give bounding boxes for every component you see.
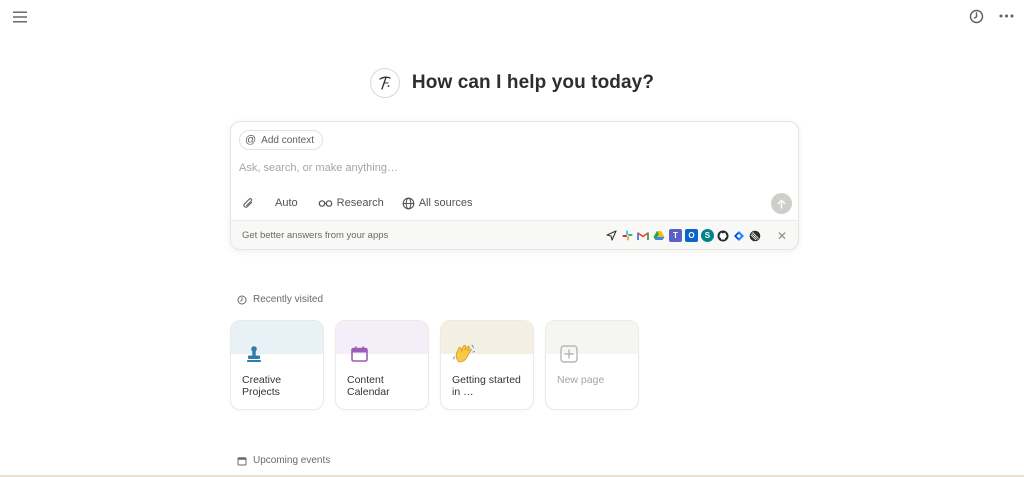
- gmail-icon[interactable]: [637, 229, 650, 242]
- recent-page-card[interactable]: Content Calendar: [335, 320, 429, 410]
- teams-icon[interactable]: T: [668, 229, 682, 242]
- prompt-input[interactable]: [239, 158, 779, 178]
- clock-small-icon: [237, 295, 247, 304]
- attach-button[interactable]: [237, 193, 260, 213]
- more-options-button[interactable]: [994, 4, 1018, 28]
- composer-toolbar: Auto Research All sources: [237, 193, 478, 213]
- page-title: How can I help you today?: [411, 72, 655, 93]
- new-page-card[interactable]: New page: [545, 320, 639, 410]
- connect-apps-text: Get better answers from your apps: [242, 230, 389, 241]
- recent-page-card[interactable]: Creative Projects: [230, 320, 324, 410]
- sidebar-menu-button[interactable]: [8, 5, 32, 29]
- sharepoint-icon[interactable]: S: [700, 229, 714, 242]
- github-icon[interactable]: [717, 229, 730, 242]
- calendar-small-icon: [237, 456, 247, 465]
- globe-icon: [402, 197, 415, 209]
- waving-hand-icon: [453, 343, 475, 365]
- jira-icon[interactable]: [733, 229, 746, 242]
- recently-visited-heading: Recently visited: [237, 294, 323, 305]
- calendar-icon: [348, 343, 370, 365]
- at-sign-icon: @: [245, 134, 257, 146]
- ai-composer: @ Add context Auto Research: [230, 121, 799, 250]
- upcoming-events-label: Upcoming events: [253, 455, 331, 466]
- ai-avatar: [369, 68, 400, 98]
- research-label: Research: [336, 197, 384, 209]
- stamp-icon: [243, 343, 265, 365]
- recently-visited-label: Recently visited: [253, 294, 324, 305]
- plus-square-icon: [558, 343, 580, 365]
- clock-icon: [969, 9, 983, 23]
- research-button[interactable]: Research: [313, 193, 389, 213]
- recent-pages: Creative Projects Content Calendar Getti…: [230, 320, 639, 410]
- linear-icon[interactable]: [749, 229, 762, 242]
- send-button[interactable]: [771, 193, 792, 214]
- hero: How can I help you today?: [0, 68, 1024, 98]
- glasses-icon: [318, 199, 332, 207]
- composer-input-area: @ Add context Auto Research: [231, 122, 798, 221]
- add-context-button[interactable]: @ Add context: [239, 130, 323, 150]
- ai-face-icon: [379, 76, 391, 90]
- all-sources-label: All sources: [418, 197, 473, 209]
- card-title: Creative Projects: [242, 374, 282, 398]
- card-title: Getting started in …: [452, 374, 521, 398]
- outlook-icon[interactable]: O: [684, 229, 698, 242]
- google-drive-icon[interactable]: [653, 229, 666, 242]
- auto-mode-button[interactable]: Auto: [270, 193, 303, 213]
- send-app-icon[interactable]: [605, 229, 618, 242]
- card-title: New page: [557, 374, 605, 386]
- arrow-up-icon: [777, 199, 786, 209]
- history-button[interactable]: [964, 4, 988, 28]
- ellipsis-icon: [999, 14, 1013, 18]
- close-icon[interactable]: ✕: [777, 229, 787, 243]
- recent-page-card[interactable]: Getting started in …: [440, 320, 534, 410]
- upcoming-events-heading: Upcoming events: [237, 455, 330, 466]
- slack-icon[interactable]: [621, 229, 634, 242]
- card-title: Content Calendar: [347, 374, 390, 398]
- connect-apps-bar: Get better answers from your apps T O S …: [231, 221, 798, 249]
- hamburger-icon: [13, 11, 27, 23]
- add-context-label: Add context: [261, 134, 314, 146]
- all-sources-button[interactable]: All sources: [397, 193, 478, 213]
- app-icons-row: T O S ✕: [605, 229, 787, 243]
- auto-label: Auto: [275, 197, 298, 209]
- paperclip-icon: [243, 197, 253, 208]
